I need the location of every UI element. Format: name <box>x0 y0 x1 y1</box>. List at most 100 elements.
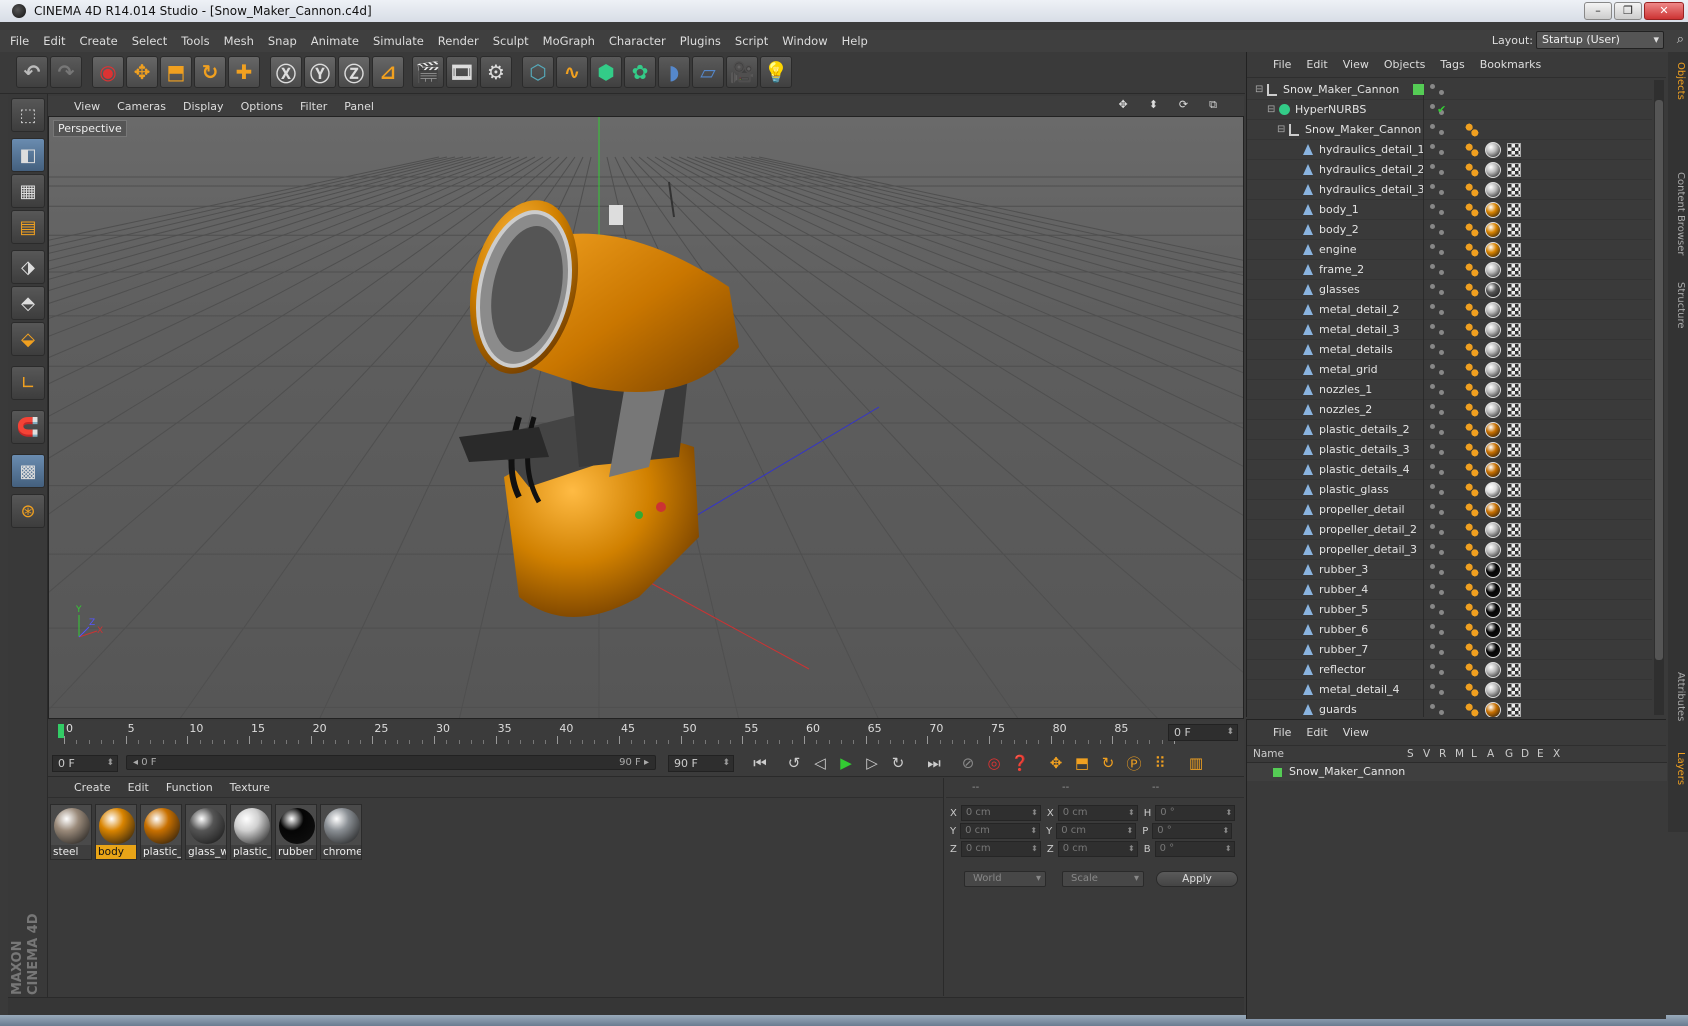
coordinate-field[interactable]: 0 ° <box>1152 823 1233 839</box>
uvw-tag-icon[interactable] <box>1507 223 1521 237</box>
visibility-dots[interactable] <box>1430 324 1444 336</box>
material-tag-icon[interactable] <box>1485 142 1501 158</box>
editor-visibility-dot[interactable] <box>1430 704 1435 709</box>
expand-toggle-icon[interactable]: ⊟ <box>1255 80 1263 100</box>
material-tag-icon[interactable] <box>1485 502 1501 518</box>
editor-visibility-dot[interactable] <box>1430 244 1435 249</box>
editor-visibility-dot[interactable] <box>1430 284 1435 289</box>
object-row[interactable]: metal_detail_4 <box>1247 680 1652 700</box>
material-tag-icon[interactable] <box>1485 362 1501 378</box>
material-tag-icon[interactable] <box>1485 462 1501 478</box>
render-visibility-dot[interactable] <box>1439 470 1444 475</box>
viewport-menu-view[interactable]: View <box>74 100 100 113</box>
snap-icon[interactable]: ⊛ <box>11 494 45 528</box>
side-tab-attributes[interactable]: Attributes <box>1670 672 1686 721</box>
visibility-dots[interactable] <box>1430 284 1444 296</box>
edges-mode-icon[interactable]: ⬘ <box>11 286 45 320</box>
phong-tag-icon[interactable] <box>1465 183 1479 197</box>
uvw-tag-icon[interactable] <box>1507 563 1521 577</box>
menu-sculpt[interactable]: Sculpt <box>493 34 529 48</box>
scrollbar-thumb[interactable] <box>1655 100 1663 660</box>
key-pla-icon[interactable]: ⠿ <box>1148 751 1172 775</box>
object-row[interactable]: propeller_detail_3 <box>1247 540 1652 560</box>
side-tab-layers[interactable]: Layers <box>1670 752 1686 785</box>
enabled-check-icon[interactable]: ✔ <box>1437 100 1446 120</box>
material-tag-icon[interactable] <box>1485 222 1501 238</box>
expand-toggle-icon[interactable]: ⊟ <box>1267 100 1275 120</box>
render-visibility-dot[interactable] <box>1439 390 1444 395</box>
viewport-menu-filter[interactable]: Filter <box>300 100 327 113</box>
object-row[interactable]: engine <box>1247 240 1652 260</box>
visibility-dots[interactable] <box>1430 524 1444 536</box>
uvw-tag-icon[interactable] <box>1507 243 1521 257</box>
render-visibility-dot[interactable] <box>1439 710 1444 715</box>
go-to-end-icon[interactable]: ⏭ <box>922 751 946 775</box>
visibility-dots[interactable] <box>1430 604 1444 616</box>
object-menu-view[interactable]: View <box>1343 58 1369 71</box>
visibility-dots[interactable] <box>1430 304 1444 316</box>
menu-edit[interactable]: Edit <box>43 34 65 48</box>
uvw-tag-icon[interactable] <box>1507 383 1521 397</box>
uvw-tag-icon[interactable] <box>1507 303 1521 317</box>
make-editable-icon[interactable]: ⬚ <box>11 98 45 132</box>
visibility-dots[interactable] <box>1430 664 1444 676</box>
array-icon[interactable]: ✿ <box>624 56 656 88</box>
visibility-dots[interactable] <box>1430 444 1444 456</box>
visibility-dots[interactable] <box>1430 164 1444 176</box>
restore-button[interactable]: ❐ <box>1614 2 1642 20</box>
visibility-dots[interactable] <box>1430 464 1444 476</box>
render-visibility-dot[interactable] <box>1439 530 1444 535</box>
uvw-tag-icon[interactable] <box>1507 203 1521 217</box>
visibility-dots[interactable] <box>1430 364 1444 376</box>
render-visibility-dot[interactable] <box>1439 510 1444 515</box>
move-tool-icon[interactable]: ✥ <box>126 56 158 88</box>
phong-tag-icon[interactable] <box>1465 623 1479 637</box>
render-visibility-dot[interactable] <box>1439 610 1444 615</box>
render-visibility-dot[interactable] <box>1439 430 1444 435</box>
material-plastic-c[interactable]: plastic_c <box>140 804 182 860</box>
material-plastic-c[interactable]: plastic_c <box>230 804 272 860</box>
key-scale-icon[interactable]: ⬒ <box>1070 751 1094 775</box>
render-visibility-dot[interactable] <box>1439 150 1444 155</box>
uvw-tag-icon[interactable] <box>1507 643 1521 657</box>
render-visibility-dot[interactable] <box>1439 350 1444 355</box>
phong-tag-icon[interactable] <box>1465 583 1479 597</box>
editor-visibility-dot[interactable] <box>1430 304 1435 309</box>
editor-visibility-dot[interactable] <box>1430 604 1435 609</box>
object-row[interactable]: rubber_5 <box>1247 600 1652 620</box>
render-visibility-dot[interactable] <box>1439 590 1444 595</box>
material-menu-edit[interactable]: Edit <box>128 781 149 794</box>
timeline-ruler[interactable]: 051015202530354045505560657075808590 0 F <box>48 721 1244 745</box>
object-row[interactable]: plastic_details_4 <box>1247 460 1652 480</box>
phong-tag-icon[interactable] <box>1465 163 1479 177</box>
phong-tag-icon[interactable] <box>1465 223 1479 237</box>
object-row[interactable]: frame_2 <box>1247 260 1652 280</box>
phong-tag-icon[interactable] <box>1465 423 1479 437</box>
render-picture-viewer-icon[interactable]: 🎞 <box>446 56 478 88</box>
material-tag-icon[interactable] <box>1485 382 1501 398</box>
material-tag-icon[interactable] <box>1485 702 1501 717</box>
editor-visibility-dot[interactable] <box>1430 104 1435 109</box>
coordinate-field[interactable]: 0 cm <box>1056 823 1137 839</box>
viewport-menu-panel[interactable]: Panel <box>344 100 374 113</box>
menu-create[interactable]: Create <box>80 34 118 48</box>
previous-frame-icon[interactable]: ◁ <box>808 751 832 775</box>
editor-visibility-dot[interactable] <box>1430 324 1435 329</box>
uvw-tag-icon[interactable] <box>1507 403 1521 417</box>
visibility-dots[interactable] <box>1430 504 1444 516</box>
phong-tag-icon[interactable] <box>1465 523 1479 537</box>
phong-tag-icon[interactable] <box>1465 703 1479 717</box>
visibility-dots[interactable] <box>1430 704 1444 716</box>
object-row[interactable]: guards <box>1247 700 1652 717</box>
uvw-tag-icon[interactable] <box>1507 583 1521 597</box>
next-key-icon[interactable]: ↻ <box>886 751 910 775</box>
previous-key-icon[interactable]: ↺ <box>782 751 806 775</box>
object-row[interactable]: hydraulics_detail_1 <box>1247 140 1652 160</box>
key-position-icon[interactable]: ✥ <box>1044 751 1068 775</box>
layer-menu-edit[interactable]: Edit <box>1306 726 1327 739</box>
coordinate-field[interactable]: 0 ° <box>1155 805 1236 821</box>
material-tag-icon[interactable] <box>1485 202 1501 218</box>
uvw-tag-icon[interactable] <box>1507 183 1521 197</box>
editor-visibility-dot[interactable] <box>1430 564 1435 569</box>
render-visibility-dot[interactable] <box>1439 130 1444 135</box>
